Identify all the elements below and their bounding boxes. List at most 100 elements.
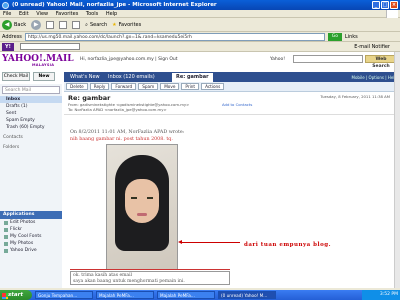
sidebar: Search Mail Inbox Drafts (1) Sent Spam E… bbox=[0, 84, 62, 288]
app-icon bbox=[4, 234, 8, 239]
back-label: Back bbox=[14, 21, 27, 28]
yahoo-link[interactable]: Yahoo! bbox=[270, 57, 285, 62]
app-my-photos[interactable]: My Photos bbox=[0, 240, 62, 247]
window-title-bar: (0 unread) Yahoo! Mail, norfazlia_jpe - … bbox=[0, 0, 400, 10]
tab-whats-new[interactable]: What's New bbox=[66, 73, 104, 82]
vertical-scrollbar[interactable] bbox=[394, 52, 400, 288]
taskbar-item[interactable]: Majalah PeMFa... bbox=[157, 291, 215, 299]
maximize-button[interactable]: □ bbox=[381, 1, 389, 9]
search-button[interactable]: ⌕ Search bbox=[85, 22, 107, 28]
forward-button[interactable]: ▶ bbox=[31, 19, 42, 30]
back-arrow-icon: ◀ bbox=[2, 19, 12, 30]
web-search-button[interactable]: Web Search bbox=[365, 55, 397, 69]
reply-line-2: saya akan baang untuk menghormati pemain… bbox=[73, 279, 185, 284]
menu-help[interactable]: Help bbox=[106, 11, 117, 17]
window-title: (0 unread) Yahoo! Mail, norfazlia_jpe - … bbox=[12, 2, 217, 8]
yahoo-toolbar-logo[interactable]: Y! bbox=[2, 42, 14, 51]
sidebar-folders-head[interactable]: Folders bbox=[0, 144, 62, 151]
yahoo-mail-logo[interactable]: YAHOO!.MAIL MALAYSIA bbox=[2, 54, 74, 67]
sidebar-item-drafts[interactable]: Drafts (1) bbox=[0, 103, 62, 110]
app-my-cool-fonts[interactable]: My Cool Fonts bbox=[0, 233, 62, 240]
sidebar-item-trash[interactable]: Trash (60) Empty bbox=[0, 124, 62, 131]
app-label: Yahoo Drive bbox=[10, 248, 37, 253]
yahoo-toolbar-search[interactable] bbox=[19, 43, 80, 50]
app-icon bbox=[4, 241, 8, 246]
app-yahoo-drive[interactable]: Yahoo Drive bbox=[0, 247, 62, 254]
message-body: On 8/2/2011 11:01 AM, NorFazlia APAD wro… bbox=[64, 116, 400, 286]
taskbar: start Gonju Tempahan... Majalah PeMFa...… bbox=[0, 290, 400, 300]
photo-eye bbox=[131, 197, 137, 199]
quote-divider bbox=[70, 269, 230, 270]
stop-icon[interactable] bbox=[46, 20, 55, 29]
new-button[interactable]: New bbox=[33, 72, 55, 81]
photo-face bbox=[125, 179, 159, 223]
search-label: Search bbox=[89, 21, 108, 28]
windows-logo-icon bbox=[386, 10, 398, 18]
web-search-input[interactable] bbox=[293, 55, 363, 63]
mail-tabs: What's New Inbox (120 emails) Re: gambar… bbox=[64, 72, 400, 82]
app-icon bbox=[4, 227, 8, 232]
check-mail-button[interactable]: Check Mail bbox=[2, 72, 30, 81]
browser-toolbar: ◀ Back ▶ ⌕ Search ★ Favorites bbox=[0, 18, 400, 32]
taskbar-item-active[interactable]: (0 unread) Yahoo! M... bbox=[218, 291, 276, 299]
search-mail-input[interactable]: Search Mail bbox=[2, 86, 60, 94]
home-icon[interactable] bbox=[72, 20, 81, 29]
app-icon bbox=[4, 220, 8, 225]
address-label: Address bbox=[2, 33, 22, 40]
applications-head: Applications bbox=[0, 211, 62, 219]
reply-button[interactable]: Reply bbox=[89, 83, 110, 90]
menu-file[interactable]: File bbox=[3, 11, 11, 17]
message-date: Tuesday, 8 February, 2011 11:38 AM bbox=[320, 94, 390, 99]
back-button[interactable]: ◀ Back bbox=[2, 19, 27, 30]
forward-button[interactable]: Forward bbox=[111, 83, 137, 90]
sidebar-item-spam[interactable]: Spam Empty bbox=[0, 117, 62, 124]
tab-inbox[interactable]: Inbox (120 emails) bbox=[104, 73, 159, 82]
links-label[interactable]: Links bbox=[345, 34, 358, 40]
tab-options[interactable]: Mobile | Options | Help bbox=[352, 73, 397, 82]
app-label: My Photos bbox=[10, 241, 34, 246]
menu-edit[interactable]: Edit bbox=[19, 11, 29, 17]
window-controls: _ □ × bbox=[372, 1, 398, 9]
search-icon: ⌕ bbox=[85, 21, 88, 28]
print-button[interactable]: Print bbox=[181, 83, 200, 90]
tab-re-gambar[interactable]: Re: gambar bbox=[172, 73, 213, 82]
actions-button[interactable]: Actions bbox=[201, 83, 225, 90]
attached-photo[interactable] bbox=[106, 144, 178, 270]
reply-text-box: ok. trima kasih atas email saya akan baa… bbox=[70, 271, 230, 285]
app-edit-photos[interactable]: Edit Photos bbox=[0, 219, 62, 226]
user-greeting[interactable]: Hi, norfazlia_jpe@yahoo.com.my | Sign Ou… bbox=[80, 57, 178, 62]
close-button[interactable]: × bbox=[390, 1, 398, 9]
start-button[interactable]: start bbox=[0, 290, 32, 300]
links-toolbar: Y! E-mail Notifier bbox=[0, 42, 400, 52]
email-notifier[interactable]: E-mail Notifier bbox=[354, 44, 390, 50]
refresh-icon[interactable] bbox=[59, 20, 68, 29]
message-actions: Delete Reply Forward Spam Move Print Act… bbox=[64, 82, 400, 92]
photo-eye bbox=[147, 197, 153, 199]
go-button[interactable]: Go bbox=[327, 32, 342, 41]
message-header: Re: gambar From: gadisminekstighte <gadi… bbox=[64, 93, 400, 115]
ie-icon bbox=[2, 2, 9, 9]
app-flickr[interactable]: Flickr bbox=[0, 226, 62, 233]
app-label: Flickr bbox=[10, 227, 23, 232]
address-bar: Address http://us.mg50.mail.yahoo.com/dc… bbox=[0, 32, 400, 42]
favorites-button[interactable]: ★ Favorites bbox=[112, 22, 141, 28]
menu-tools[interactable]: Tools bbox=[86, 11, 98, 17]
taskbar-item[interactable]: Gonju Tempahan... bbox=[35, 291, 93, 299]
delete-button[interactable]: Delete bbox=[66, 83, 88, 90]
star-icon: ★ bbox=[112, 21, 117, 28]
sidebar-item-inbox[interactable]: Inbox bbox=[0, 96, 62, 103]
add-to-contacts-link[interactable]: Add to Contacts bbox=[222, 102, 252, 107]
taskbar-item[interactable]: Majalah PeMFa... bbox=[96, 291, 154, 299]
sidebar-contacts[interactable]: Contacts bbox=[0, 134, 62, 141]
menu-view[interactable]: View bbox=[36, 11, 48, 17]
spam-button[interactable]: Spam bbox=[138, 83, 159, 90]
address-input[interactable]: http://us.mg50.mail.yahoo.com/dc/launch?… bbox=[24, 32, 325, 41]
message-to: To: NorFazlia APAD <norfazlia_jpe@yahoo.… bbox=[68, 107, 167, 112]
message-subject: Re: gambar bbox=[68, 94, 111, 102]
annotation-arrow bbox=[178, 240, 240, 244]
sidebar-item-sent[interactable]: Sent bbox=[0, 110, 62, 117]
menu-favorites[interactable]: Favorites bbox=[56, 11, 79, 17]
minimize-button[interactable]: _ bbox=[372, 1, 380, 9]
favorites-label: Favorites bbox=[118, 21, 142, 28]
move-button[interactable]: Move bbox=[160, 83, 180, 90]
